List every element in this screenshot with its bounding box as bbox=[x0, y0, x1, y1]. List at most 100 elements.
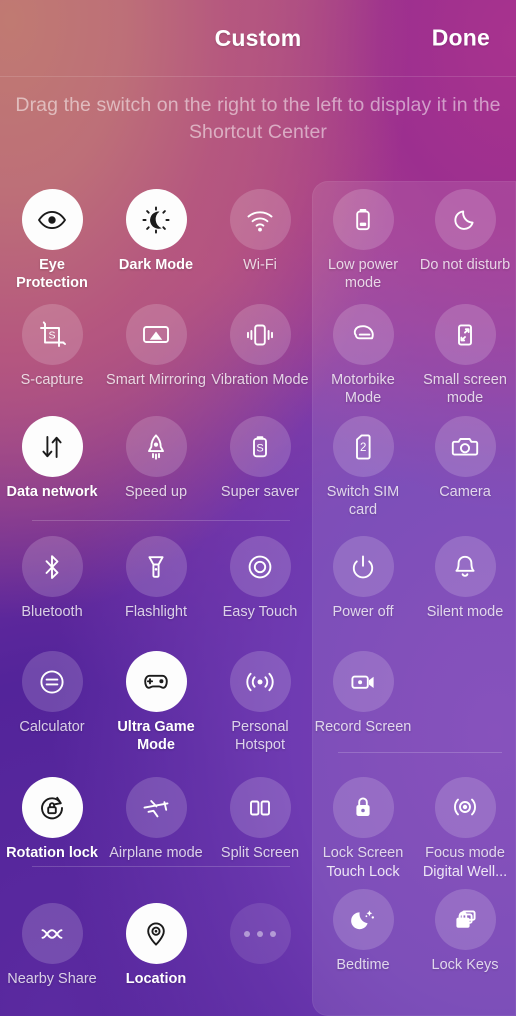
done-button[interactable]: Done bbox=[432, 25, 490, 52]
power-icon bbox=[332, 536, 394, 597]
tile-small-screen-mode[interactable]: Small screen mode bbox=[414, 296, 516, 408]
tile-easy-touch[interactable]: Easy Touch bbox=[208, 528, 312, 643]
tile-rotation-lock[interactable]: Rotation lock bbox=[0, 769, 104, 895]
svg-text:S: S bbox=[48, 329, 55, 341]
tile-location[interactable]: Location bbox=[104, 895, 208, 1016]
tile-label: Eye Protection bbox=[16, 257, 88, 291]
tile-label: Easy Touch bbox=[222, 604, 298, 620]
page-title: Custom bbox=[214, 24, 302, 51]
tile-label: Speed up bbox=[124, 484, 188, 500]
tile-label: Motorbike Mode bbox=[331, 372, 395, 406]
tile-speed-up[interactable]: Speed up bbox=[104, 408, 208, 528]
tile-personal-hotspot[interactable]: Personal Hotspot bbox=[208, 643, 312, 769]
tile-bluetooth[interactable]: Bluetooth bbox=[0, 528, 104, 643]
sim-card-2-icon: 2 bbox=[332, 416, 394, 477]
tile-label: Vibration Mode bbox=[211, 372, 309, 388]
rocket-icon bbox=[125, 416, 187, 477]
tile-wifi[interactable]: Wi-Fi bbox=[208, 181, 312, 296]
eye-icon bbox=[21, 189, 83, 250]
tile-label: Rotation lock bbox=[6, 845, 98, 861]
tile-sublabel: Digital Well... bbox=[422, 864, 508, 881]
wifi-icon bbox=[229, 189, 291, 250]
tile-eye-protection[interactable]: Eye Protection bbox=[0, 181, 104, 296]
tile-data-network[interactable]: Data network bbox=[0, 408, 104, 528]
tile-empty-slot bbox=[414, 643, 516, 769]
available-switches-grid: Low power mode Do not disturb Motorbike … bbox=[312, 181, 516, 1001]
tile-silent-mode[interactable]: Silent mode bbox=[414, 528, 516, 643]
shortcut-center-grid: Eye Protection Dark Mode Wi-Fi S S-captu… bbox=[0, 181, 312, 1016]
tile-calculator[interactable]: Calculator bbox=[0, 643, 104, 769]
tile-vibration-mode[interactable]: Vibration Mode bbox=[208, 296, 312, 408]
tile-label: Lock Keys bbox=[431, 957, 499, 973]
data-arrows-icon bbox=[21, 416, 83, 477]
tile-label: Location bbox=[125, 971, 187, 987]
location-pin-icon bbox=[125, 903, 187, 964]
tile-s-capture[interactable]: S S-capture bbox=[0, 296, 104, 408]
tile-lock-screen[interactable]: Lock Screen Touch Lock bbox=[312, 769, 414, 881]
tile-lock-keys[interactable]: Lock Keys bbox=[414, 881, 516, 1001]
vibration-icon bbox=[229, 304, 291, 365]
tile-label: Bluetooth bbox=[21, 604, 83, 620]
top-bar: Custom Done bbox=[0, 0, 516, 76]
tile-label: Ultra Game Mode bbox=[117, 719, 195, 753]
tile-split-screen[interactable]: Split Screen bbox=[208, 769, 312, 895]
tile-ultra-game-mode[interactable]: Ultra Game Mode bbox=[104, 643, 208, 769]
gamepad-icon bbox=[125, 651, 187, 712]
lock-keys-icon bbox=[434, 889, 496, 950]
tile-power-off[interactable]: Power off bbox=[312, 528, 414, 643]
grid-divider-2 bbox=[32, 866, 290, 867]
tile-label: Super saver bbox=[220, 484, 300, 500]
tile-switch-sim-card[interactable]: 2 Switch SIM card bbox=[312, 408, 414, 528]
tile-flashlight[interactable]: Flashlight bbox=[104, 528, 208, 643]
tile-nearby-share[interactable]: Nearby Share bbox=[0, 895, 104, 1016]
tile-label: Calculator bbox=[19, 719, 85, 735]
nearby-share-icon bbox=[21, 903, 83, 964]
tile-bedtime[interactable]: Bedtime bbox=[312, 881, 414, 1001]
tile-label: Bedtime bbox=[336, 957, 390, 973]
battery-s-icon: S bbox=[229, 416, 291, 477]
dots bbox=[244, 930, 276, 937]
video-camera-icon bbox=[332, 651, 394, 712]
header-divider bbox=[0, 76, 516, 77]
camera-icon bbox=[434, 416, 496, 477]
tile-more[interactable] bbox=[208, 895, 312, 1016]
tile-smart-mirroring[interactable]: Smart Mirroring bbox=[104, 296, 208, 408]
tile-airplane-mode[interactable]: Airplane mode bbox=[104, 769, 208, 895]
tile-label: Focus mode bbox=[425, 844, 505, 861]
airplane-icon bbox=[125, 777, 187, 838]
tile-low-power-mode[interactable]: Low power mode bbox=[312, 181, 414, 296]
tile-do-not-disturb[interactable]: Do not disturb bbox=[414, 181, 516, 296]
bell-icon bbox=[434, 536, 496, 597]
tile-label: Airplane mode bbox=[109, 845, 203, 861]
tile-super-saver[interactable]: S Super saver bbox=[208, 408, 312, 528]
hotspot-icon bbox=[229, 651, 291, 712]
bluetooth-icon bbox=[21, 536, 83, 597]
tile-label: Power off bbox=[332, 604, 394, 620]
svg-text:S: S bbox=[256, 442, 263, 454]
flashlight-icon bbox=[125, 536, 187, 597]
svg-text:2: 2 bbox=[360, 442, 366, 454]
quick-settings-editor-screen: Custom Done Drag the switch on the right… bbox=[0, 0, 516, 1016]
tile-label: Record Screen bbox=[314, 719, 412, 735]
small-screen-icon bbox=[434, 304, 496, 365]
tile-label: Smart Mirroring bbox=[106, 372, 206, 388]
tile-motorbike-mode[interactable]: Motorbike Mode bbox=[312, 296, 414, 408]
tile-label: Nearby Share bbox=[7, 971, 97, 987]
tile-label: Wi-Fi bbox=[243, 257, 277, 273]
easy-touch-icon bbox=[229, 536, 291, 597]
tile-sublabel: Touch Lock bbox=[326, 864, 400, 881]
s-capture-icon: S bbox=[21, 304, 83, 365]
tile-label: Low power mode bbox=[327, 257, 399, 291]
tile-dark-mode[interactable]: Dark Mode bbox=[104, 181, 208, 296]
calculator-icon bbox=[21, 651, 83, 712]
tile-label: Dark Mode bbox=[118, 257, 194, 273]
tile-label: Camera bbox=[439, 484, 491, 500]
tile-camera[interactable]: Camera bbox=[414, 408, 516, 528]
tile-record-screen[interactable]: Record Screen bbox=[312, 643, 414, 769]
rotation-lock-icon bbox=[21, 777, 83, 838]
tile-label: Do not disturb bbox=[419, 257, 511, 273]
focus-mode-icon bbox=[434, 777, 496, 838]
padlock-icon bbox=[332, 777, 394, 838]
tile-focus-mode[interactable]: Focus mode Digital Well... bbox=[414, 769, 516, 881]
dark-mode-icon bbox=[125, 189, 187, 250]
